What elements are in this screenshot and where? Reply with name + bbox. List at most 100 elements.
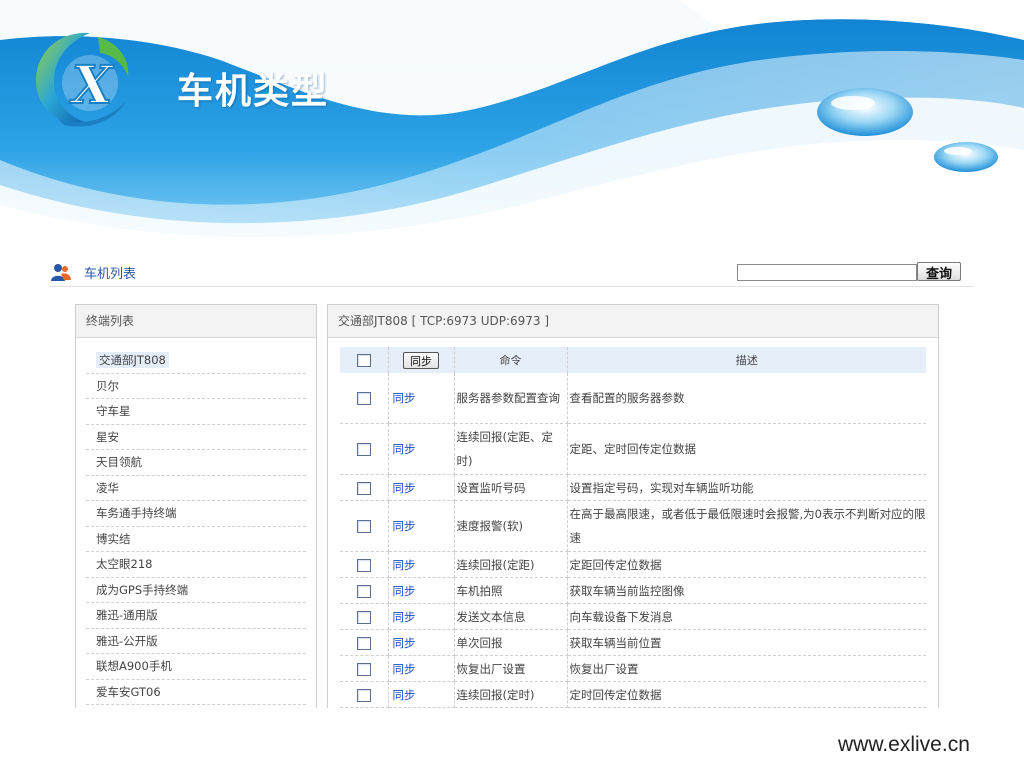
page-heading-label: 车机列表 (84, 266, 137, 282)
terminal-item-label: 雅迅-通用版 (96, 608, 158, 622)
terminal-list-panel: 终端列表 交通部JT808 贝尔 守车星 星安 天目领航 凌华 车务通手持终端 … (75, 304, 317, 708)
command-cell: 发送文本信息 (454, 603, 568, 630)
command-panel: 交通部JT808 [ TCP:6973 UDP:6973 ] 同步 命令 描述 … (327, 304, 939, 708)
terminal-item-label: 星安 (96, 429, 119, 444)
command-cell: 车机拍照 (454, 577, 568, 604)
sync-link[interactable]: 同步 (393, 442, 416, 456)
header-sync-cell: 同步 (388, 347, 455, 373)
terminal-item[interactable]: 凌华 (86, 476, 306, 501)
terminal-item-label: 成为GPS手持终端 (96, 582, 189, 597)
description-cell: 定时回传定位数据 (567, 681, 926, 708)
sync-link[interactable]: 同步 (393, 662, 416, 676)
command-cell: 连续回报(定距) (454, 551, 568, 578)
description-cell: 向车载设备下发消息 (567, 603, 926, 630)
select-all-checkbox[interactable] (356, 353, 371, 367)
terminal-item-label: 车务通手持终端 (96, 506, 177, 520)
command-table-header: 同步 命令 描述 (340, 347, 926, 373)
row-checkbox[interactable] (356, 558, 371, 572)
terminal-list-title: 终端列表 (76, 305, 316, 338)
terminal-item-label: 凌华 (96, 480, 119, 495)
terminal-list: 交通部JT808 贝尔 守车星 星安 天目领航 凌华 车务通手持终端 博实结 太… (76, 338, 316, 705)
sync-all-button[interactable]: 同步 (403, 351, 439, 369)
header-banner: X 车机类型 (0, 0, 1024, 250)
sync-link[interactable]: 同步 (393, 558, 416, 572)
sync-link[interactable]: 同步 (393, 481, 416, 495)
terminal-item-label: 爱车安GT06 (96, 684, 161, 699)
row-checkbox[interactable] (356, 636, 371, 650)
column-header-description: 描述 (567, 347, 926, 373)
sync-link[interactable]: 同步 (393, 519, 416, 533)
exlive-logo: X (28, 27, 132, 131)
command-cell: 单次回报 (454, 629, 568, 656)
row-checkbox[interactable] (356, 584, 371, 598)
terminal-item[interactable]: 贝尔 (86, 374, 306, 399)
terminal-item-label: 天目领航 (96, 455, 142, 469)
command-cell: 设置监听号码 (454, 474, 568, 501)
table-row: 同步 车机拍照 获取车辆当前监控图像 (340, 577, 926, 604)
search-input[interactable] (737, 264, 917, 281)
table-row: 同步 发送文本信息 向车载设备下发消息 (340, 603, 926, 630)
sync-link[interactable]: 同步 (393, 610, 416, 624)
terminal-item[interactable]: 天目领航 (86, 450, 306, 476)
command-cell: 恢复出厂设置 (454, 655, 568, 682)
terminal-item[interactable]: 交通部JT808 (86, 348, 306, 374)
table-row: 同步 恢复出厂设置 恢复出厂设置 (340, 655, 926, 682)
sync-link[interactable]: 同步 (393, 584, 416, 598)
table-row: 同步 设置监听号码 设置指定号码，实现对车辆监听功能 (340, 474, 926, 501)
description-cell: 在高于最高限速，或者低于最低限速时会报警,为0表示不判断对应的限速 (567, 500, 926, 552)
table-row: 同步 服务器参数配置查询 查看配置的服务器参数 (340, 373, 926, 424)
search-button[interactable]: 查询 (917, 262, 961, 282)
command-cell: 连续回报(定时) (454, 681, 568, 708)
terminal-item-label: 太空眼218 (96, 557, 153, 571)
column-header-command: 命令 (454, 347, 568, 373)
terminal-item-label: 贝尔 (96, 378, 119, 393)
terminal-item-label: 联想A900手机 (96, 659, 172, 673)
terminal-item-label: 交通部JT808 (96, 352, 169, 368)
terminal-item[interactable]: 雅迅-通用版 (86, 603, 306, 629)
row-checkbox[interactable] (356, 443, 371, 456)
row-checkbox[interactable] (356, 520, 371, 533)
terminal-item[interactable]: 守车星 (86, 399, 306, 425)
description-cell: 定距回传定位数据 (567, 551, 926, 578)
description-cell: 获取车辆当前位置 (567, 629, 926, 656)
terminal-item[interactable]: 车务通手持终端 (86, 501, 306, 527)
terminal-item[interactable]: 博实结 (86, 527, 306, 552)
terminal-item[interactable]: 联想A900手机 (86, 654, 306, 680)
site-url: www.exlive.cn (838, 733, 970, 756)
terminal-item-label: 博实结 (96, 531, 131, 546)
description-cell: 定距、定时回传定位数据 (567, 423, 926, 475)
table-row: 同步 单次回报 获取车辆当前位置 (340, 629, 926, 656)
command-panel-title: 交通部JT808 [ TCP:6973 UDP:6973 ] (328, 305, 938, 338)
water-wave-graphic (0, 0, 1024, 250)
terminal-item[interactable]: 星安 (86, 425, 306, 450)
table-row: 同步 连续回报(定时) 定时回传定位数据 (340, 681, 926, 708)
table-row: 同步 连续回报(定距、定时) 定距、定时回传定位数据 (340, 423, 926, 475)
description-cell: 设置指定号码，实现对车辆监听功能 (567, 474, 926, 501)
description-cell: 恢复出厂设置 (567, 655, 926, 682)
slide-title: 车机类型 (177, 71, 330, 112)
terminal-item-label: 雅迅-公开版 (96, 633, 158, 648)
terminal-item[interactable]: 太空眼218 (86, 552, 306, 578)
terminal-item[interactable]: 雅迅-公开版 (86, 629, 306, 654)
terminal-item[interactable]: 成为GPS手持终端 (86, 578, 306, 603)
table-row: 同步 连续回报(定距) 定距回传定位数据 (340, 551, 926, 578)
description-cell: 获取车辆当前监控图像 (567, 577, 926, 604)
terminal-item[interactable]: 爱车安GT06 (86, 680, 306, 705)
sync-link[interactable]: 同步 (393, 636, 416, 650)
command-cell: 服务器参数配置查询 (454, 373, 568, 424)
row-checkbox[interactable] (356, 662, 371, 676)
header-select-cell (340, 347, 389, 373)
sync-link[interactable]: 同步 (393, 688, 416, 702)
row-checkbox[interactable] (356, 481, 371, 495)
users-icon (51, 264, 71, 281)
table-row: 同步 速度报警(软) 在高于最高限速，或者低于最低限速时会报警,为0表示不判断对… (340, 500, 926, 552)
row-checkbox[interactable] (356, 688, 371, 702)
terminal-item-label: 守车星 (96, 404, 131, 418)
row-checkbox[interactable] (356, 610, 371, 624)
description-cell: 查看配置的服务器参数 (567, 373, 926, 424)
row-checkbox[interactable] (356, 392, 371, 405)
command-cell: 速度报警(软) (454, 500, 568, 552)
page-heading: 车机列表 (50, 262, 136, 282)
sync-link[interactable]: 同步 (393, 391, 416, 405)
svg-text:X: X (69, 55, 115, 116)
